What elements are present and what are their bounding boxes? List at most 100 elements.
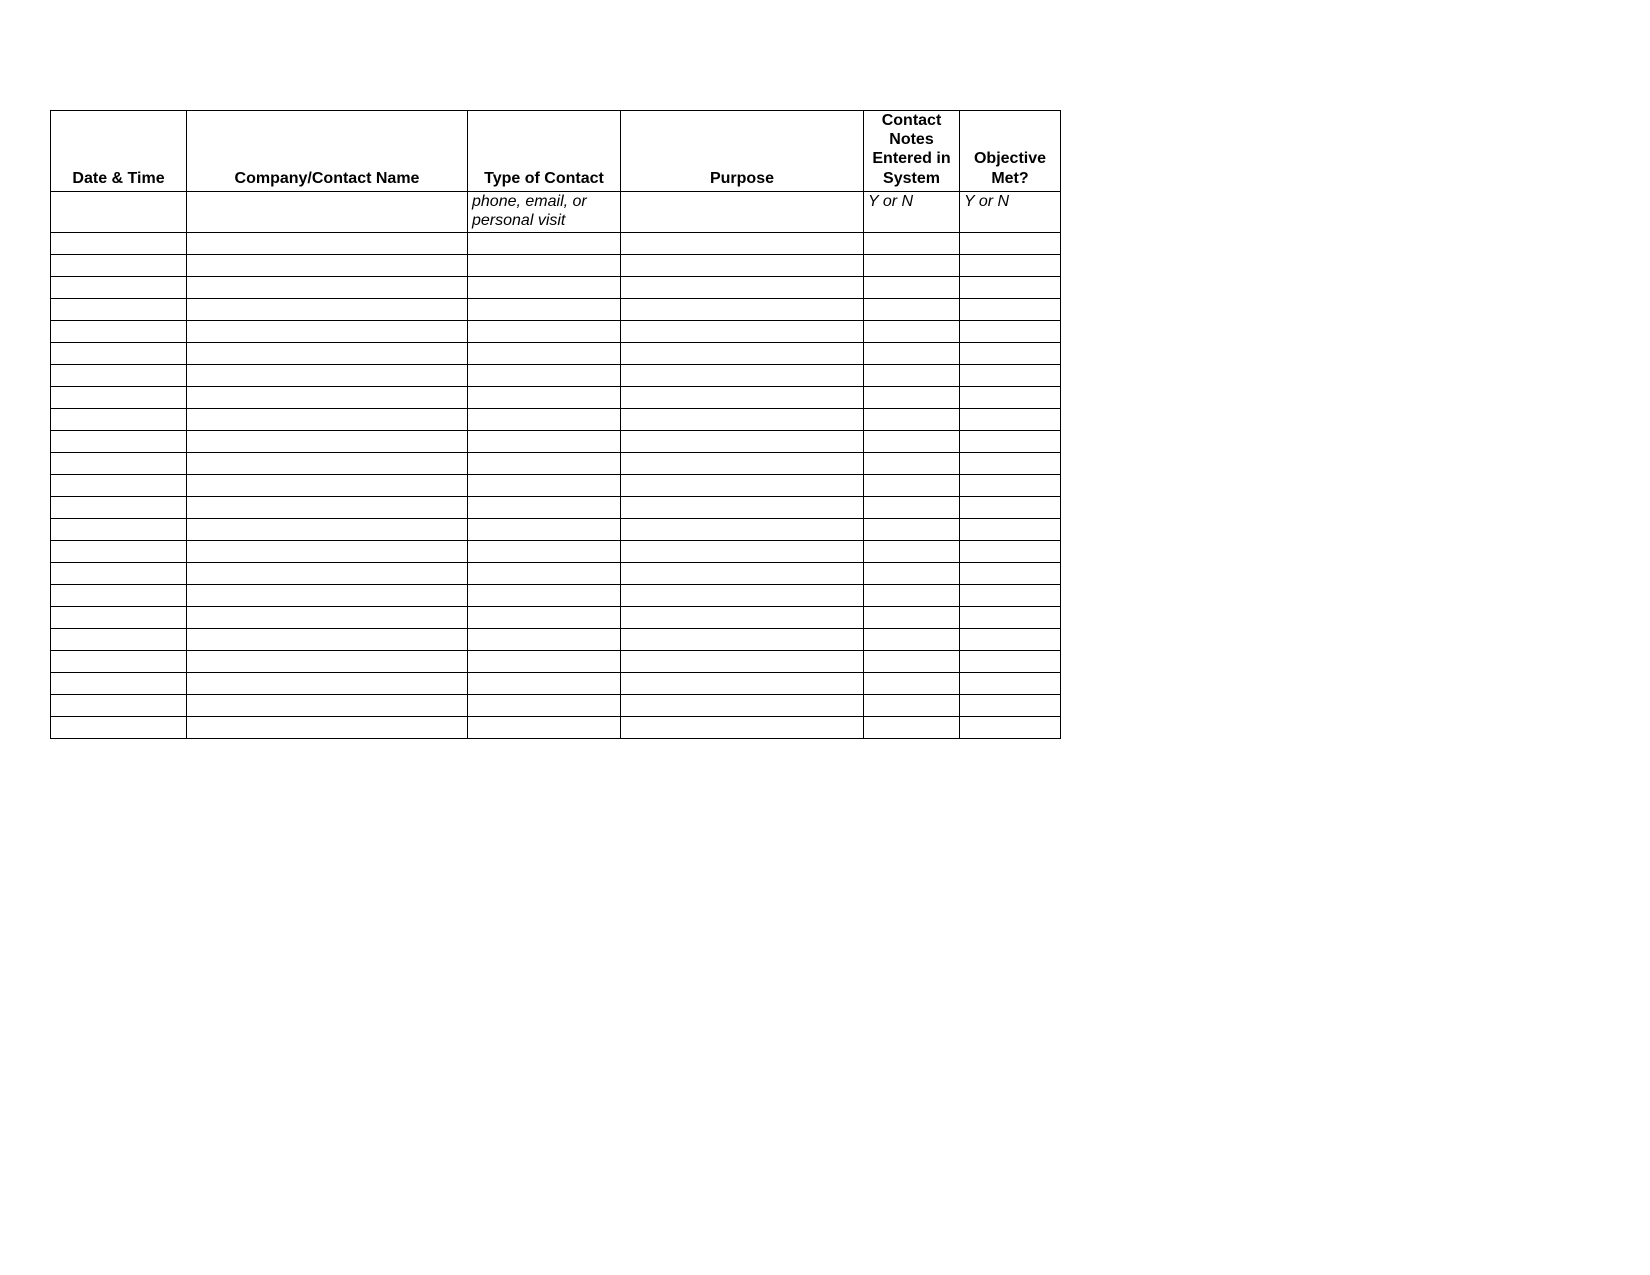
table-cell — [51, 430, 187, 452]
table-cell — [468, 518, 621, 540]
table-cell — [960, 452, 1061, 474]
table-row — [51, 452, 1061, 474]
table-cell — [621, 386, 864, 408]
table-cell — [51, 474, 187, 496]
table-cell — [960, 342, 1061, 364]
table-cell — [187, 298, 468, 320]
table-cell — [864, 716, 960, 738]
table-cell — [960, 628, 1061, 650]
table-cell — [51, 540, 187, 562]
table-cell — [51, 518, 187, 540]
table-cell — [187, 430, 468, 452]
table-row — [51, 672, 1061, 694]
table-cell — [960, 386, 1061, 408]
table-cell — [51, 320, 187, 342]
table-cell — [960, 672, 1061, 694]
table-cell — [960, 364, 1061, 386]
table-cell — [468, 254, 621, 276]
table-cell — [187, 628, 468, 650]
table-row — [51, 584, 1061, 606]
table-cell — [621, 694, 864, 716]
header-purpose: Purpose — [621, 111, 864, 192]
table-cell — [187, 474, 468, 496]
table-row — [51, 254, 1061, 276]
hint-notes-entered: Y or N — [864, 191, 960, 232]
table-cell — [51, 254, 187, 276]
table-cell — [960, 496, 1061, 518]
table-row — [51, 540, 1061, 562]
table-cell — [51, 408, 187, 430]
table-body: phone, email, or personal visit Y or N Y… — [51, 191, 1061, 738]
table-cell — [51, 276, 187, 298]
table-cell — [864, 474, 960, 496]
table-cell — [51, 584, 187, 606]
table-cell — [621, 518, 864, 540]
header-company-contact: Company/Contact Name — [187, 111, 468, 192]
table-cell — [51, 606, 187, 628]
table-cell — [51, 386, 187, 408]
table-cell — [621, 254, 864, 276]
table-cell — [621, 364, 864, 386]
table-cell — [187, 320, 468, 342]
table-cell — [51, 452, 187, 474]
table-cell — [621, 716, 864, 738]
table-cell — [51, 298, 187, 320]
table-cell — [621, 474, 864, 496]
table-cell — [51, 342, 187, 364]
table-row — [51, 694, 1061, 716]
table-cell — [187, 650, 468, 672]
table-cell — [960, 276, 1061, 298]
hint-objective-met: Y or N — [960, 191, 1061, 232]
table-cell — [864, 672, 960, 694]
table-cell — [51, 364, 187, 386]
table-row — [51, 716, 1061, 738]
table-row — [51, 342, 1061, 364]
hint-type-of-contact: phone, email, or personal visit — [468, 191, 621, 232]
table-cell — [621, 606, 864, 628]
table-cell — [187, 716, 468, 738]
table-cell — [621, 320, 864, 342]
table-row — [51, 496, 1061, 518]
table-cell — [621, 232, 864, 254]
table-cell — [621, 672, 864, 694]
table-cell — [864, 408, 960, 430]
table-cell — [187, 518, 468, 540]
table-cell — [187, 276, 468, 298]
table-cell — [864, 342, 960, 364]
table-cell — [960, 562, 1061, 584]
table-cell — [187, 672, 468, 694]
table-cell — [864, 386, 960, 408]
contact-log-table: Date & Time Company/Contact Name Type of… — [50, 110, 1061, 739]
table-cell — [51, 496, 187, 518]
table-row — [51, 650, 1061, 672]
document-page: Date & Time Company/Contact Name Type of… — [0, 0, 1650, 739]
table-cell — [187, 342, 468, 364]
hint-company-contact — [187, 191, 468, 232]
table-row — [51, 606, 1061, 628]
hint-purpose — [621, 191, 864, 232]
table-cell — [960, 606, 1061, 628]
table-row — [51, 386, 1061, 408]
table-cell — [621, 298, 864, 320]
table-cell — [864, 694, 960, 716]
table-cell — [864, 232, 960, 254]
table-cell — [468, 452, 621, 474]
table-cell — [864, 320, 960, 342]
table-cell — [864, 540, 960, 562]
table-cell — [51, 628, 187, 650]
table-cell — [187, 606, 468, 628]
table-cell — [51, 650, 187, 672]
table-cell — [621, 584, 864, 606]
table-cell — [468, 650, 621, 672]
table-row — [51, 276, 1061, 298]
table-cell — [468, 298, 621, 320]
table-cell — [960, 430, 1061, 452]
table-cell — [468, 474, 621, 496]
table-cell — [960, 694, 1061, 716]
table-cell — [187, 496, 468, 518]
header-row: Date & Time Company/Contact Name Type of… — [51, 111, 1061, 192]
table-cell — [621, 540, 864, 562]
table-cell — [51, 232, 187, 254]
table-cell — [187, 232, 468, 254]
table-cell — [960, 232, 1061, 254]
